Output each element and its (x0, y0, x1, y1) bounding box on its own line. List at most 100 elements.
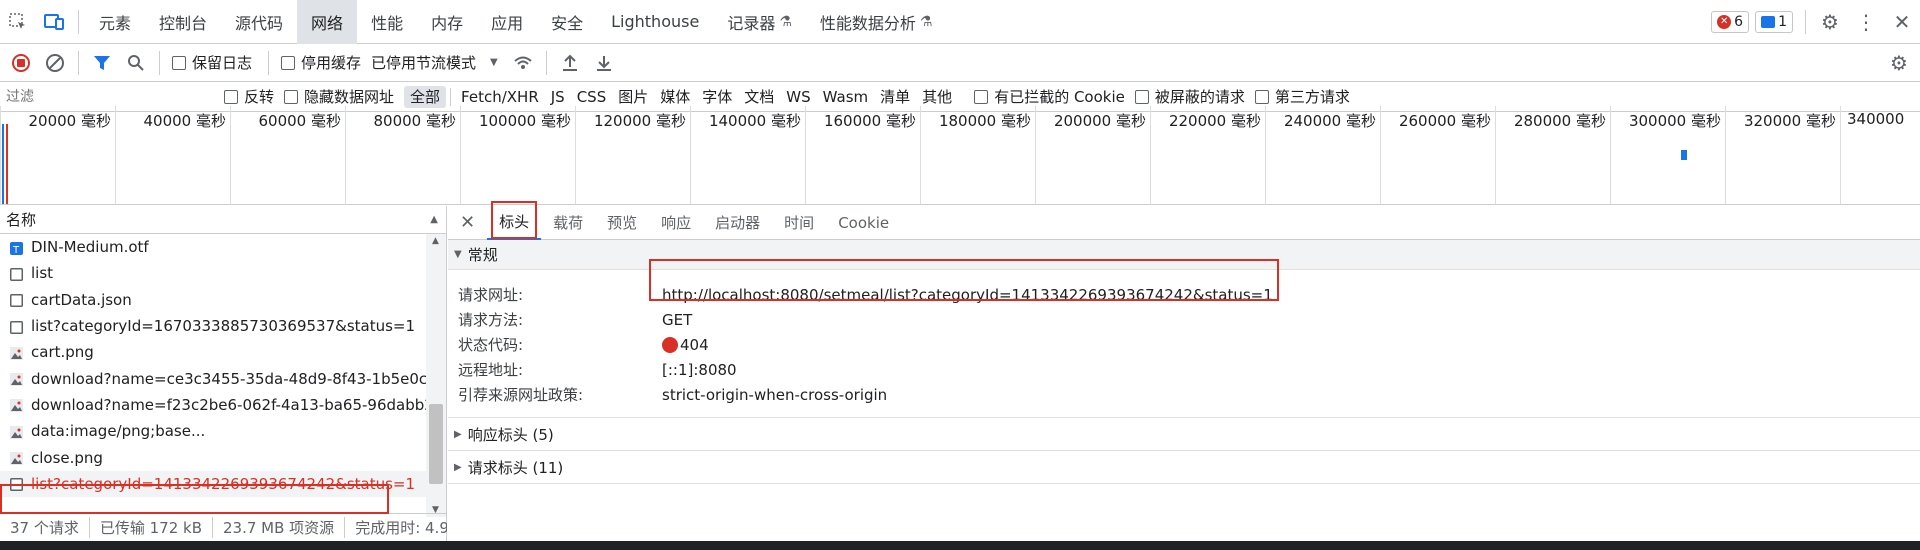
tab-recorder-label: 记录器 (727, 13, 776, 33)
export-har-icon[interactable] (587, 46, 621, 80)
tab-elements[interactable]: 元素 (85, 0, 145, 44)
request-row[interactable]: cartData.json (0, 287, 426, 313)
network-toolbar: 保留日志 停用缓存 已停用节流模式 ▼ ⚙ (0, 44, 1920, 82)
flask-icon: ⚗ (779, 13, 792, 30)
preserve-log-checkbox[interactable]: 保留日志 (172, 52, 252, 73)
device-toolbar-icon[interactable] (36, 0, 72, 44)
inspect-element-icon[interactable] (0, 0, 36, 44)
scrollbar[interactable]: ▲ ▼ (426, 234, 446, 517)
request-name: data:image/png;base... (31, 422, 206, 441)
request-row[interactable]: close.png (0, 444, 426, 470)
timeline-tick: 240000 毫秒 (1265, 106, 1380, 205)
request-headers-section-header[interactable]: ▶ 请求标头 (11) (448, 451, 1920, 484)
tab-response[interactable]: 响应 (649, 206, 703, 240)
scrollbar-thumb[interactable] (429, 404, 443, 484)
timeline-tick-label: 20000 毫秒 (28, 112, 112, 130)
third-party-label: 第三方请求 (1274, 88, 1350, 106)
filter-type-img[interactable]: 图片 (612, 86, 654, 108)
close-details-icon[interactable]: ✕ (448, 206, 487, 240)
filter-type-font[interactable]: 字体 (696, 86, 738, 108)
name-column-header[interactable]: 名称 (6, 209, 36, 230)
timeline-tick-label: 40000 毫秒 (143, 112, 227, 130)
tab-initiator[interactable]: 启动器 (703, 206, 772, 240)
tab-sources[interactable]: 源代码 (221, 0, 297, 44)
status-code-value: 404 (680, 335, 709, 354)
doc-icon (10, 320, 23, 334)
checkbox-box[interactable] (281, 55, 296, 70)
tab-preview[interactable]: 预览 (595, 206, 649, 240)
filter-type-other[interactable]: 其他 (916, 86, 958, 108)
request-row[interactable]: cart.png (0, 339, 426, 365)
filter-type-media[interactable]: 媒体 (654, 86, 696, 108)
filter-input[interactable] (4, 84, 212, 109)
request-row[interactable]: download?name=ce3c3455-35da-48d9-8f43-1b… (0, 365, 426, 391)
blocked-requests-checkbox[interactable]: 被屏蔽的请求 (1134, 86, 1245, 107)
search-icon[interactable] (119, 46, 153, 80)
network-overview-timeline[interactable]: 20000 毫秒 40000 毫秒 60000 毫秒 80000 毫秒 100000 毫… (0, 106, 1920, 205)
tab-network[interactable]: 网络 (297, 0, 358, 44)
tab-security[interactable]: 安全 (537, 0, 597, 44)
request-method-value: GET (662, 310, 693, 329)
filter-type-fetch-xhr[interactable]: Fetch/XHR (455, 86, 545, 108)
checkbox-box[interactable] (224, 89, 238, 104)
tab-lighthouse[interactable]: Lighthouse (597, 0, 713, 44)
checkbox-box[interactable] (974, 89, 989, 104)
request-count: 37 个请求 (0, 517, 90, 538)
tab-timing[interactable]: 时间 (772, 206, 826, 240)
tab-memory[interactable]: 内存 (417, 0, 477, 44)
status-code: 404 (662, 336, 709, 354)
network-conditions-icon[interactable] (506, 46, 540, 80)
filter-type-manifest[interactable]: 清单 (874, 86, 916, 108)
close-devtools-icon[interactable]: ✕ (1884, 0, 1920, 44)
settings-gear-icon[interactable]: ⚙ (1812, 0, 1848, 44)
filter-type-js[interactable]: JS (545, 86, 571, 108)
tab-performance[interactable]: 性能 (357, 0, 417, 44)
invert-label: 反转 (244, 88, 275, 106)
request-row[interactable]: download?name=f23c2be6-062f-4a13-ba65-96… (0, 392, 426, 418)
headers-tab-highlight (491, 201, 537, 239)
invert-checkbox[interactable]: 反转 (224, 86, 274, 107)
checkbox-box[interactable] (1254, 89, 1269, 104)
request-row[interactable]: list?categoryId=1670333885730369537&stat… (0, 313, 426, 339)
request-row[interactable]: list (0, 260, 426, 286)
image-icon (10, 346, 23, 360)
filter-type-ws[interactable]: WS (780, 86, 816, 108)
request-name: close.png (31, 448, 103, 467)
network-settings-gear-icon[interactable]: ⚙ (1882, 46, 1916, 80)
checkbox-box[interactable] (1134, 89, 1149, 104)
separator (159, 50, 160, 75)
checkbox-box[interactable] (172, 55, 186, 70)
blocked-cookies-checkbox[interactable]: 有已拦截的 Cookie (974, 86, 1125, 107)
scroll-up-icon[interactable]: ▲ (432, 236, 439, 246)
error-count-badge[interactable]: ✕ 6 (1711, 10, 1750, 33)
tab-console[interactable]: 控制台 (145, 0, 221, 44)
request-row[interactable]: data:image/png;base... (0, 418, 426, 444)
clear-icon[interactable] (38, 46, 72, 80)
sort-ascending-icon[interactable]: ▲ (430, 214, 438, 225)
request-row[interactable]: T DIN-Medium.otf (0, 234, 426, 260)
tab-application[interactable]: 应用 (477, 0, 537, 44)
import-har-icon[interactable] (553, 46, 587, 80)
stop-recording-icon[interactable] (4, 46, 38, 80)
tab-cookies[interactable]: Cookie (826, 206, 901, 240)
filter-type-doc[interactable]: 文档 (738, 86, 780, 108)
filter-type-all[interactable]: 全部 (404, 85, 447, 108)
filter-icon[interactable] (85, 46, 119, 80)
more-options-icon[interactable]: ⋮ (1848, 0, 1884, 44)
hide-data-urls-checkbox[interactable]: 隐藏数据网址 (284, 86, 394, 107)
general-row: 请求方法: GET (448, 307, 1920, 332)
filter-type-css[interactable]: CSS (571, 86, 613, 108)
third-party-checkbox[interactable]: 第三方请求 (1254, 86, 1350, 107)
tab-performance-insights[interactable]: 性能数据分析 ⚗ (806, 0, 947, 44)
tab-recorder[interactable]: 记录器 ⚗ (713, 0, 806, 44)
response-headers-section-header[interactable]: ▶ 响应标头 (5) (448, 418, 1920, 451)
tab-payload[interactable]: 载荷 (541, 206, 595, 240)
blocked-cookies-label: 有已拦截的 Cookie (994, 88, 1125, 106)
image-icon (10, 372, 23, 387)
resource-size: 23.7 MB 项资源 (213, 517, 346, 538)
message-count-badge[interactable]: 1 (1755, 10, 1793, 33)
filter-type-wasm[interactable]: Wasm (817, 86, 875, 108)
disable-cache-checkbox[interactable]: 停用缓存 (281, 52, 361, 73)
checkbox-box[interactable] (284, 89, 299, 104)
throttling-select[interactable]: 已停用节流模式 ▼ (371, 52, 498, 73)
